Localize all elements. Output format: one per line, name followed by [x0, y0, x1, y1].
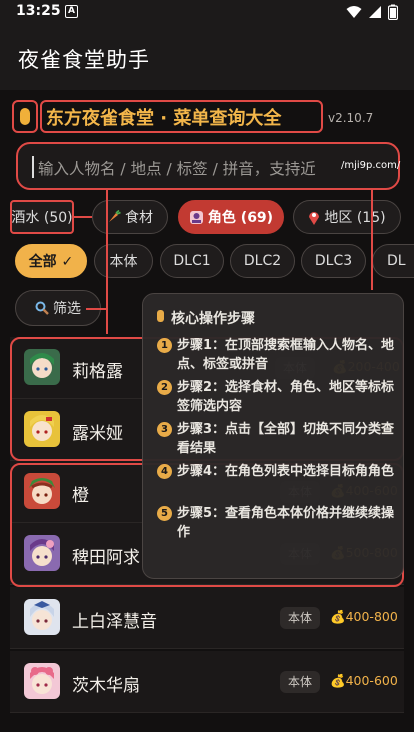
filter-dlc3[interactable]: DLC3 [301, 244, 366, 278]
battery-icon [388, 4, 398, 20]
domain-tag: /mji9p.com/ [341, 160, 401, 171]
step-number: 4 [157, 464, 172, 479]
category-label: 酒水 (50) [11, 210, 73, 226]
pin-icon [309, 211, 320, 225]
row-price: 💰400-600 [330, 673, 398, 689]
status-time: 13:25 [16, 3, 61, 19]
step-number: 3 [157, 422, 172, 437]
filter-label: DL [387, 253, 406, 269]
page-title: 东方夜雀食堂 · 菜单查询大全 [46, 108, 282, 129]
guide-connector [371, 190, 373, 290]
system-icons [346, 4, 398, 20]
filter-label: DLC1 [173, 253, 211, 269]
text-caret [32, 156, 34, 178]
signal-icon [369, 6, 381, 18]
app-bar: 夜雀食堂助手 [0, 24, 414, 90]
wifi-icon [346, 6, 362, 18]
step-number: 1 [157, 338, 172, 353]
step-text: 步骤4：在角色列表中选择目标角角色 [177, 464, 395, 479]
category-chip-drinks[interactable]: 酒水 (50) [10, 200, 74, 234]
logo-icon [12, 100, 38, 133]
guide-panel: 核心操作步骤 1 步骤1：在顶部搜索框输入人物名、地点、标签或拼音 2 步骤2：… [142, 293, 404, 579]
guide-title: 核心操作步骤 [171, 311, 255, 327]
carrot-icon [109, 210, 121, 222]
guide-connector [74, 216, 92, 218]
notification-a-icon: A [65, 5, 78, 18]
magnifier-icon [35, 301, 49, 315]
avatar [24, 663, 60, 699]
list-item[interactable]: 上白泽慧音 本体 💰400-800 [10, 587, 404, 649]
guide-connector [86, 308, 108, 310]
filter-base[interactable]: 本体 [94, 244, 153, 278]
step-text: 步骤2：选择食材、角色、地区等标标签筛选内容 [177, 380, 395, 414]
search-placeholder: 输入人物名 / 地点 / 标签 / 拼音，支持近 [38, 160, 316, 178]
money-bag-icon: 💰 [330, 673, 346, 688]
filter-dlc2[interactable]: DLC2 [230, 244, 295, 278]
category-label: 地区 (15) [324, 210, 386, 226]
category-chip-characters[interactable]: 角色 (69) [178, 200, 284, 234]
list-item[interactable]: 茨木华扇 本体 💰400-600 [10, 651, 404, 713]
row-name: 上白泽慧音 [72, 612, 157, 632]
step-number: 2 [157, 380, 172, 395]
avatar [24, 599, 60, 635]
filter-label: DLC2 [243, 253, 282, 269]
category-chip-ingredients[interactable]: 食材 [92, 200, 168, 234]
row-name: 茨木华扇 [72, 676, 140, 696]
step-text: 步骤3：点击【全部】切换不同分类查看结果 [177, 422, 395, 456]
guide-dot-icon [157, 310, 164, 322]
search-input[interactable]: 输入人物名 / 地点 / 标签 / 拼音，支持近 /mji9p.com/ [16, 142, 400, 190]
money-bag-icon: 💰 [330, 609, 346, 624]
price-value: 400-800 [345, 609, 398, 624]
category-chip-regions[interactable]: 地区 (15) [293, 200, 401, 234]
category-label: 食材 [125, 210, 153, 226]
category-label: 角色 (69) [207, 210, 274, 226]
filter-label: DLC3 [314, 253, 353, 269]
version-label: v2.10.7 [328, 111, 374, 125]
filter-dlc1[interactable]: DLC1 [160, 244, 224, 278]
status-bar: 13:25 A [0, 0, 414, 24]
row-badge: 本体 [280, 671, 321, 693]
app-title: 夜雀食堂助手 [18, 48, 150, 72]
price-value: 400-600 [345, 673, 398, 688]
step-text: 步骤1：在顶部搜索框输入人物名、地点、标签或拼音 [177, 338, 395, 372]
guide-connector [106, 190, 108, 334]
step-number: 5 [157, 506, 172, 521]
step-text: 步骤5：查看角色本体价格并继续续操作 [177, 506, 395, 540]
row-price: 💰400-800 [330, 609, 398, 625]
filter-button-label: 筛选 [53, 301, 81, 317]
filter-label: 本体 [109, 254, 138, 270]
filter-all[interactable]: 全部 ✓ [15, 244, 87, 278]
row-badge: 本体 [280, 607, 321, 629]
character-icon [189, 210, 203, 224]
filter-label: 全部 ✓ [28, 254, 74, 270]
filter-dlc-more[interactable]: DL [372, 244, 414, 278]
